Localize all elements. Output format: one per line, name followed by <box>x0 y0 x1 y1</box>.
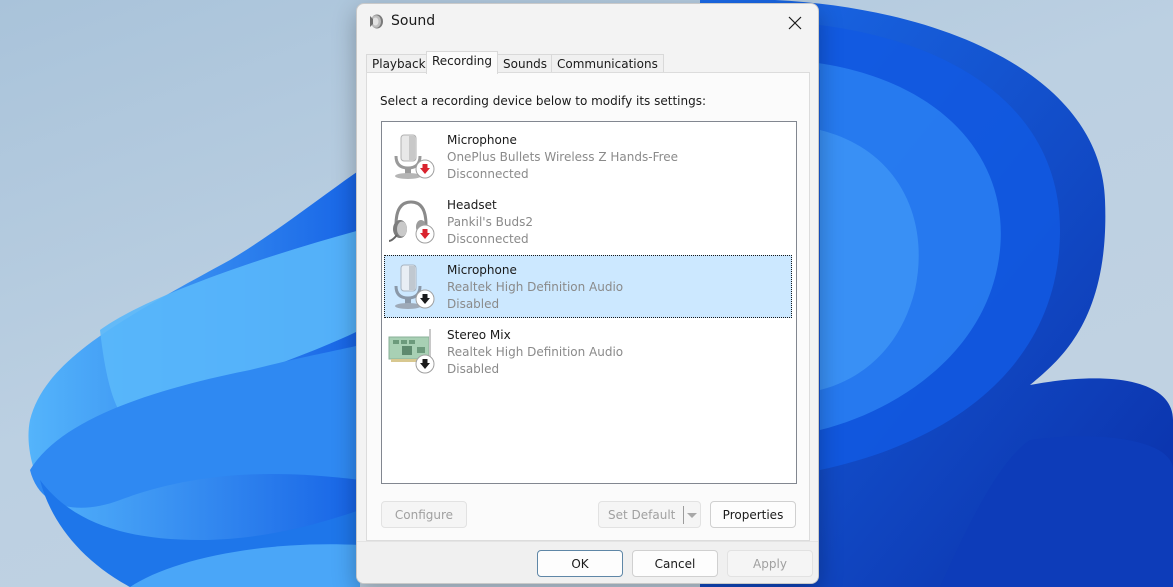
microphone-icon <box>394 134 435 179</box>
headset-icon <box>388 200 435 244</box>
close-icon <box>788 16 802 30</box>
device-description: Realtek High Definition Audio <box>447 345 624 359</box>
ok-button[interactable]: OK <box>537 550 623 577</box>
chevron-down-icon[interactable] <box>687 513 697 518</box>
sound-card-icon <box>388 329 435 374</box>
device-name: Stereo Mix <box>447 328 511 342</box>
properties-button[interactable]: Properties <box>710 501 796 528</box>
device-list-item[interactable]: Microphone OnePlus Bullets Wireless Z Ha… <box>384 125 792 188</box>
device-list-item[interactable]: Stereo Mix Realtek High Definition Audio… <box>384 320 792 383</box>
instruction-text: Select a recording device below to modif… <box>380 94 707 108</box>
split-divider <box>683 506 684 524</box>
close-button[interactable] <box>774 6 816 40</box>
set-default-label: Set Default <box>608 507 676 522</box>
dialog-footer: OK Cancel Apply <box>357 541 818 583</box>
recording-tab-panel: Select a recording device below to modif… <box>366 72 810 541</box>
recording-device-list[interactable]: Microphone OnePlus Bullets Wireless Z Ha… <box>381 121 797 484</box>
device-list-item-selected[interactable]: Microphone Realtek High Definition Audio… <box>384 255 792 318</box>
device-name: Headset <box>447 198 497 212</box>
device-status: Disconnected <box>447 232 529 246</box>
microphone-icon <box>394 264 435 309</box>
window-title: Sound <box>391 13 436 29</box>
configure-button[interactable]: Configure <box>381 501 467 528</box>
device-description: Pankil's Buds2 <box>447 215 533 229</box>
tab-recording[interactable]: Recording <box>426 51 499 74</box>
device-name: Microphone <box>447 133 517 147</box>
tab-playback[interactable]: Playback <box>366 54 432 74</box>
device-description: Realtek High Definition Audio <box>447 280 624 294</box>
device-name: Microphone <box>447 263 517 277</box>
device-status: Disconnected <box>447 167 529 181</box>
device-status: Disabled <box>447 297 500 311</box>
apply-button[interactable]: Apply <box>727 550 813 577</box>
tab-sounds[interactable]: Sounds <box>497 54 554 74</box>
tab-communications[interactable]: Communications <box>551 54 664 74</box>
device-list-item[interactable]: Headset Pankil's Buds2 Disconnected <box>384 190 792 253</box>
title-bar: Sound <box>357 4 818 42</box>
sound-dialog: Sound Playback Recording Sounds Communic… <box>356 3 819 584</box>
speaker-icon <box>370 14 383 29</box>
device-description: OnePlus Bullets Wireless Z Hands-Free <box>447 150 679 164</box>
cancel-button[interactable]: Cancel <box>632 550 718 577</box>
device-status: Disabled <box>447 362 500 376</box>
set-default-split-button[interactable]: Set Default <box>598 501 701 528</box>
